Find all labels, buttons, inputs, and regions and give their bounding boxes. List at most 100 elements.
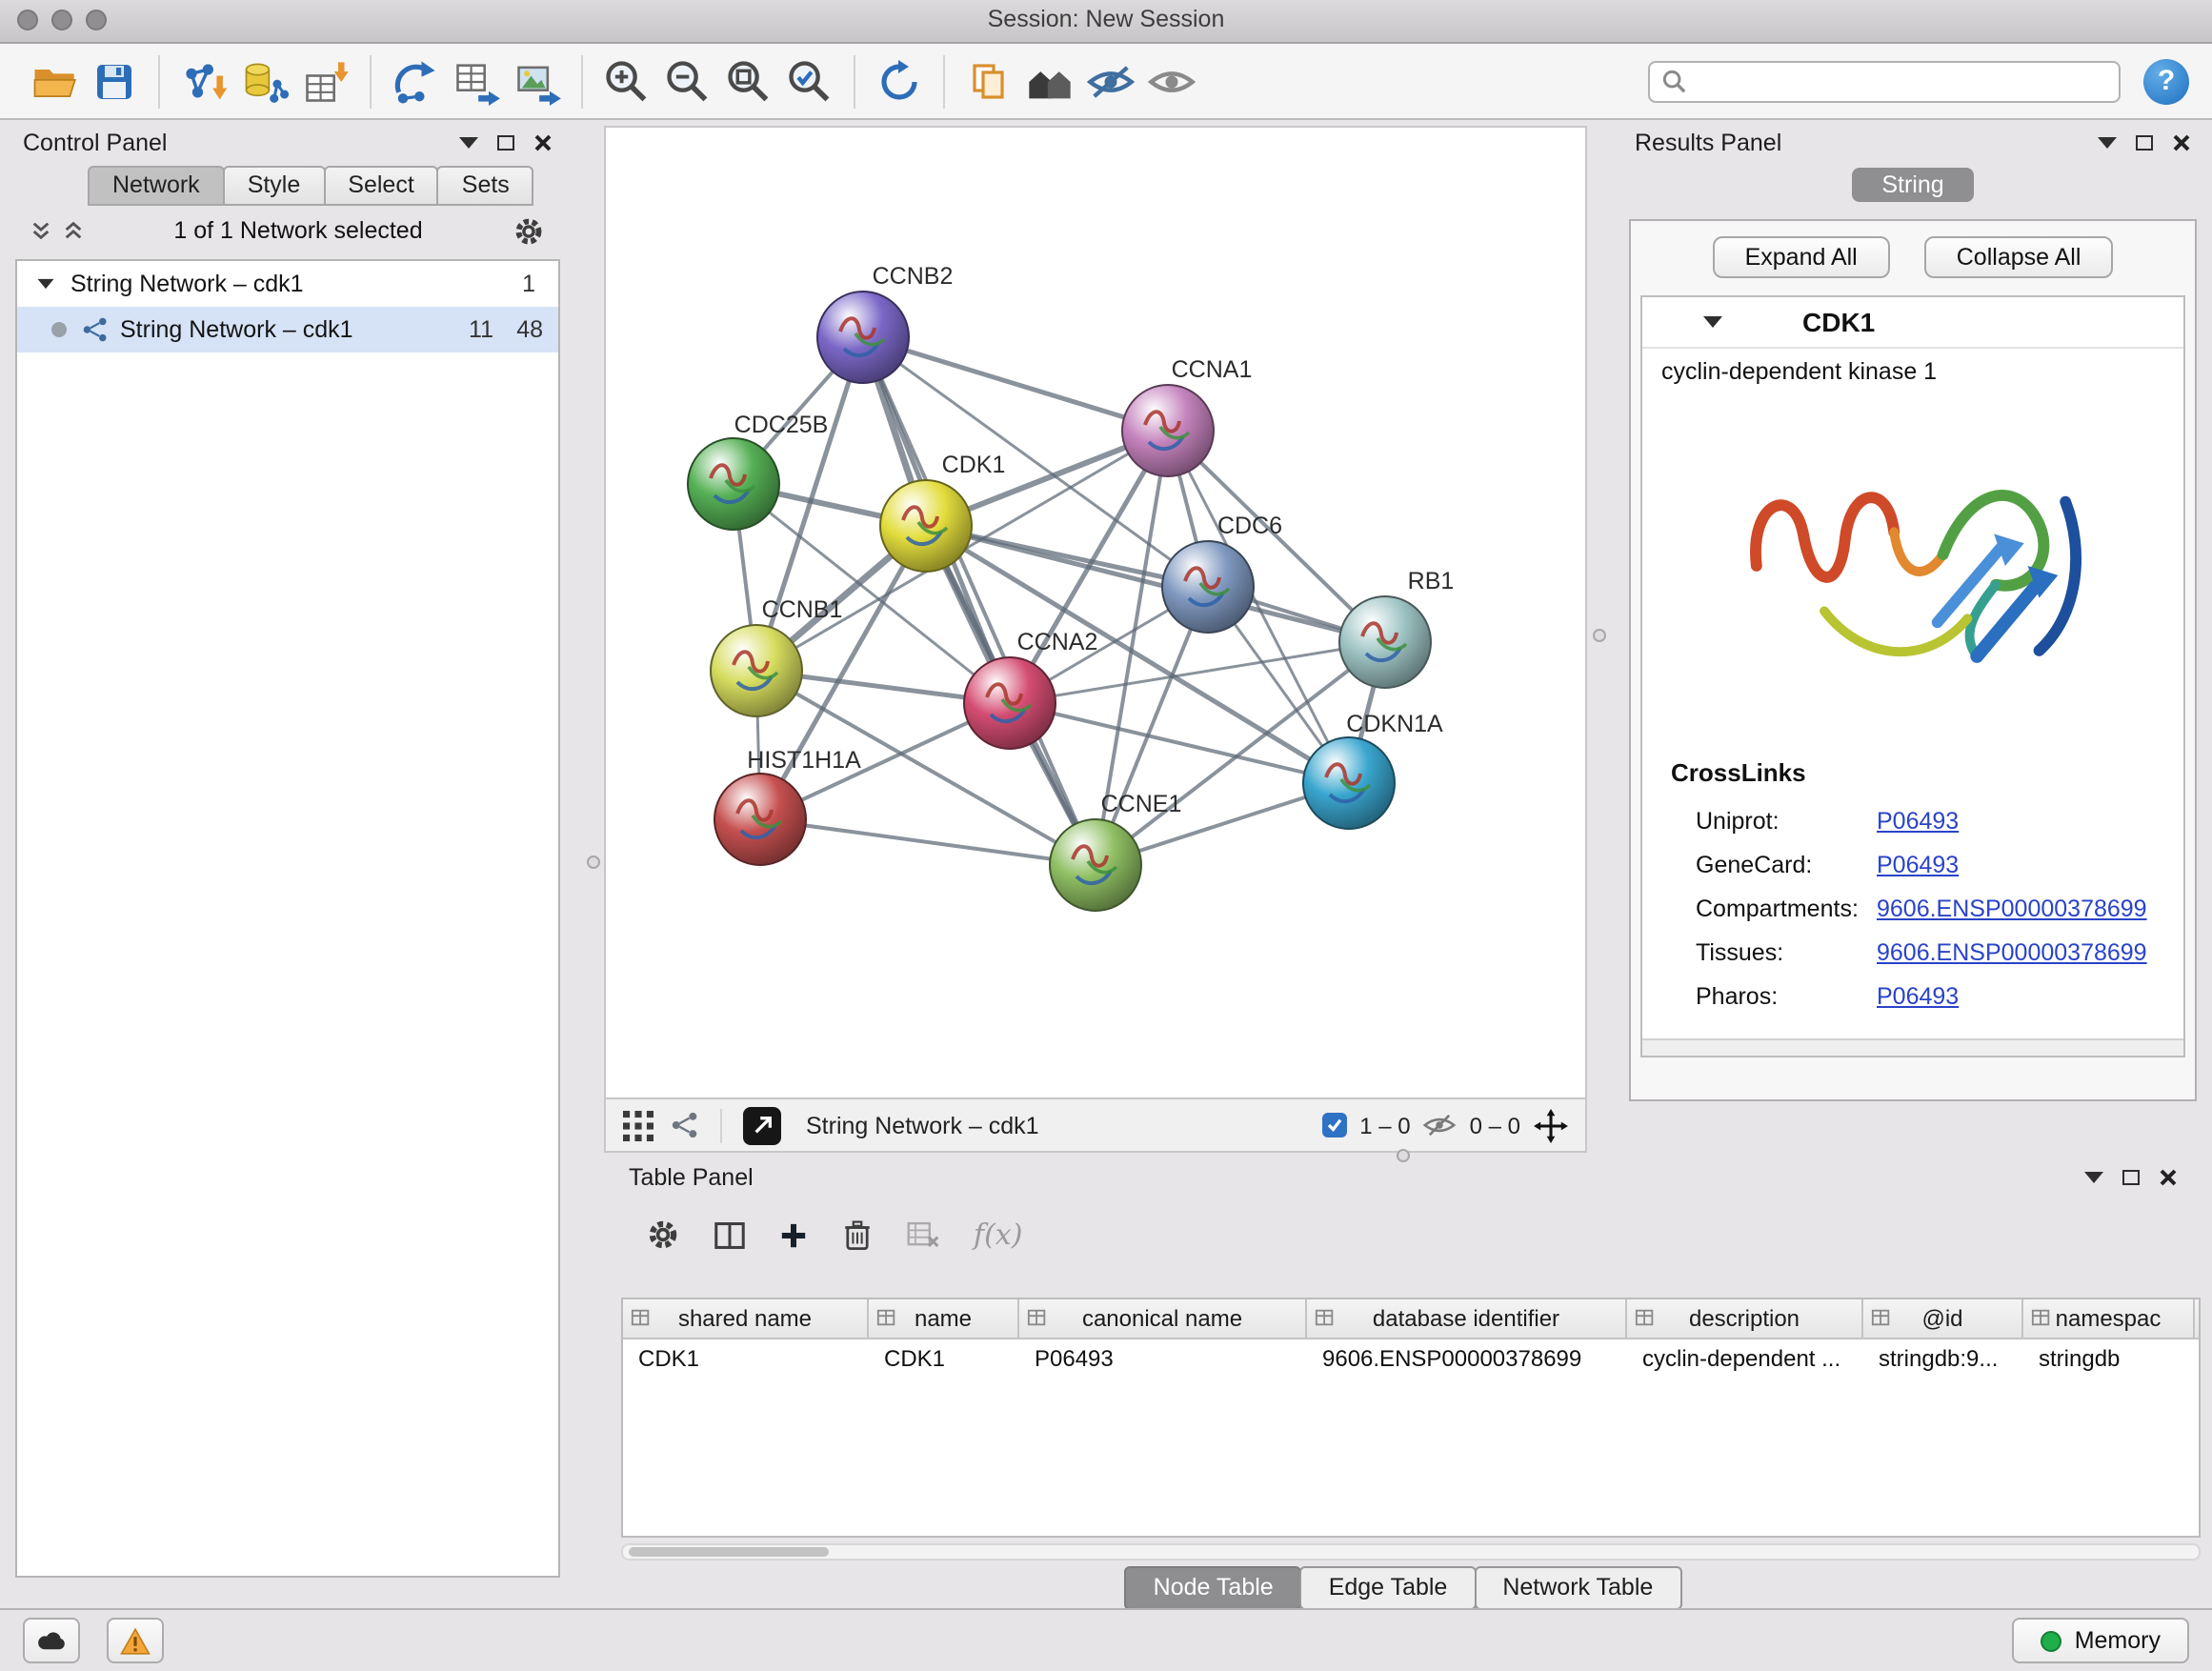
crosslink-link[interactable]: P06493 (1877, 982, 1959, 1009)
import-table-button[interactable] (295, 50, 356, 111)
selected-checkbox-icon[interactable] (1321, 1113, 1346, 1137)
tab-sets[interactable]: Sets (437, 166, 534, 206)
delete-table-icon[interactable] (907, 1221, 939, 1248)
table-cell[interactable]: P06493 (1019, 1345, 1307, 1372)
open-session-button[interactable] (23, 50, 84, 111)
tree-expand-caret-icon[interactable] (38, 279, 54, 289)
new-network-button[interactable] (385, 50, 446, 111)
column-header--id[interactable]: @id (1863, 1299, 2023, 1338)
save-session-button[interactable] (84, 50, 145, 111)
tab-network[interactable]: Network (88, 166, 225, 206)
splitter-grip[interactable] (587, 856, 600, 869)
share-network-icon[interactable] (671, 1111, 699, 1139)
tab-network-table[interactable]: Network Table (1474, 1566, 1681, 1610)
duplicate-page-button[interactable] (958, 50, 1019, 111)
select-columns-icon[interactable] (714, 1220, 745, 1249)
panel-menu-caret-icon[interactable] (459, 137, 478, 149)
table-cell[interactable]: CDK1 (623, 1345, 869, 1372)
pan-move-icon[interactable] (1534, 1108, 1568, 1142)
crosslink-link[interactable]: P06493 (1877, 807, 1959, 834)
crosslink-link[interactable]: P06493 (1877, 851, 1959, 877)
network-edge[interactable] (760, 819, 1096, 865)
export-image-button[interactable] (507, 50, 568, 111)
table-cell[interactable]: stringdb:9... (1863, 1345, 2023, 1372)
network-node-cdk1[interactable]: CDK1 (880, 452, 1005, 572)
table-cell[interactable]: stringdb (2023, 1345, 2195, 1372)
expand-all-icon[interactable] (63, 219, 84, 242)
network-node-rb1[interactable]: RB1 (1339, 568, 1454, 688)
network-edge[interactable] (926, 526, 1385, 642)
network-edge[interactable] (863, 337, 1096, 865)
tab-string[interactable]: String (1851, 168, 1974, 202)
show-style-button[interactable] (1141, 50, 1202, 111)
function-builder-button[interactable]: f(x) (974, 1218, 1022, 1252)
scrollbar-thumb[interactable] (629, 1547, 829, 1557)
add-column-icon[interactable] (779, 1220, 808, 1249)
network-collection-row[interactable]: String Network – cdk1 1 (17, 261, 558, 307)
network-node-ccna1[interactable]: CCNA1 (1122, 356, 1252, 476)
network-edge[interactable] (1010, 703, 1349, 783)
network-canvas[interactable]: CCNB2CCNA1CDC25BCDK1CDC6RB1CCNB1CCNA2CDK… (606, 128, 1585, 1097)
tab-node-table[interactable]: Node Table (1125, 1566, 1302, 1610)
import-network-database-button[interactable] (234, 50, 295, 111)
column-header-description[interactable]: description (1627, 1299, 1863, 1338)
network-node-cdkn1a[interactable]: CDKN1A (1303, 711, 1443, 829)
table-cell[interactable]: cyclin-dependent ... (1627, 1345, 1863, 1372)
close-panel-button[interactable] (2172, 133, 2191, 152)
float-panel-button[interactable] (2122, 1170, 2140, 1185)
hide-style-button[interactable] (1080, 50, 1141, 111)
splitter-grip[interactable] (1593, 629, 1606, 642)
column-header-database-identifier[interactable]: database identifier (1307, 1299, 1627, 1338)
column-header-name[interactable]: name (869, 1299, 1019, 1338)
detach-view-button[interactable] (743, 1106, 781, 1144)
table-row[interactable]: CDK1CDK1P064939606.ENSP00000378699cyclin… (623, 1339, 2199, 1378)
minimize-window-button[interactable] (51, 10, 72, 30)
close-window-button[interactable] (17, 10, 38, 30)
import-network-file-button[interactable] (173, 50, 234, 111)
zoom-selected-button[interactable] (779, 50, 840, 111)
gear-icon[interactable] (513, 214, 545, 247)
table-scrollbar[interactable] (621, 1543, 2201, 1560)
network-node-hist1h1a[interactable]: HIST1H1A (714, 747, 861, 865)
column-header-namespac[interactable]: namespac (2023, 1299, 2195, 1338)
panel-menu-caret-icon[interactable] (2084, 1172, 2103, 1183)
network-node-cdc6[interactable]: CDC6 (1162, 513, 1282, 633)
column-header-shared-name[interactable]: shared name (623, 1299, 869, 1338)
zoom-out-button[interactable] (657, 50, 718, 111)
warnings-button[interactable] (107, 1618, 164, 1663)
network-node-ccnb1[interactable]: CCNB1 (711, 596, 842, 716)
delete-column-icon[interactable] (842, 1218, 873, 1251)
table-cell[interactable]: CDK1 (869, 1345, 1019, 1372)
tab-select[interactable]: Select (323, 166, 439, 206)
expand-all-button[interactable]: Expand All (1713, 236, 1890, 278)
cloud-button[interactable] (23, 1618, 80, 1663)
houses-button[interactable] (1019, 50, 1080, 111)
crosslink-link[interactable]: 9606.ENSP00000378699 (1877, 895, 2147, 921)
float-panel-button[interactable] (497, 135, 514, 151)
close-panel-button[interactable] (533, 133, 553, 152)
column-header-canonical-name[interactable]: canonical name (1019, 1299, 1307, 1338)
apply-layout-button[interactable] (869, 50, 930, 111)
table-cell[interactable]: 9606.ENSP00000378699 (1307, 1345, 1627, 1372)
search-input[interactable] (1696, 66, 2107, 96)
memory-button[interactable]: Memory (2012, 1618, 2189, 1663)
panel-menu-caret-icon[interactable] (2098, 137, 2117, 149)
tab-style[interactable]: Style (223, 166, 326, 206)
zoom-in-button[interactable] (596, 50, 657, 111)
collapse-all-icon[interactable] (30, 219, 51, 242)
close-panel-button[interactable] (2159, 1168, 2178, 1187)
network-row-selected[interactable]: String Network – cdk1 11 48 (17, 307, 558, 352)
network-edge[interactable] (863, 337, 1168, 431)
crosslink-link[interactable]: 9606.ENSP00000378699 (1877, 938, 2147, 965)
section-collapse-caret-icon[interactable] (1703, 316, 1722, 328)
zoom-window-button[interactable] (86, 10, 107, 30)
collapse-all-button[interactable]: Collapse All (1924, 236, 2114, 278)
tab-edge-table[interactable]: Edge Table (1300, 1566, 1477, 1610)
float-panel-button[interactable] (2136, 135, 2153, 151)
help-button[interactable]: ? (2143, 58, 2189, 104)
table-gear-icon[interactable] (646, 1218, 680, 1252)
birds-eye-grid-icon[interactable] (623, 1110, 654, 1140)
export-table-button[interactable] (446, 50, 507, 111)
network-node-ccnb2[interactable]: CCNB2 (817, 263, 953, 383)
results-scrollbar[interactable] (1642, 1038, 2183, 1056)
